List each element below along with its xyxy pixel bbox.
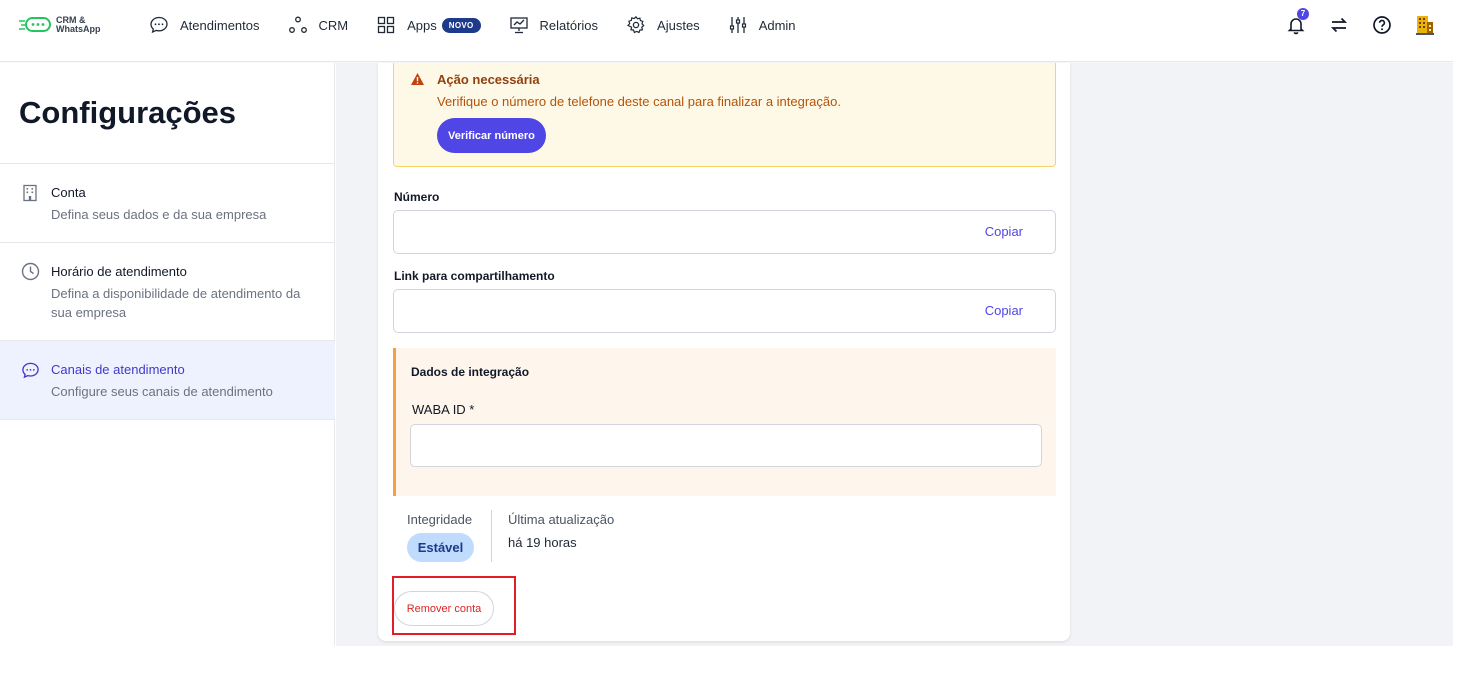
last-update-label: Última atualização — [508, 512, 615, 527]
sliders-icon — [729, 17, 746, 33]
action-required-alert: Ação necessária Verifique o número de te… — [393, 63, 1056, 167]
numero-label: Número — [394, 190, 440, 204]
status-row: Integridade Estável Última atualização h… — [407, 510, 614, 562]
sidebar-item-desc: Defina seus dados e da sua empresa — [51, 207, 267, 222]
chat-bubble-icon — [150, 16, 168, 34]
nodes-icon — [288, 16, 307, 33]
nav-label: Atendimentos — [180, 17, 260, 33]
waba-id-label: WABA ID * — [412, 402, 475, 417]
app-logo[interactable]: CRM & WhatsApp — [18, 16, 101, 34]
notifications-button[interactable]: 7 — [1284, 8, 1309, 37]
building-colored-icon — [1416, 16, 1434, 35]
company-button[interactable] — [1413, 13, 1437, 37]
alert-text: Verifique o número de telefone deste can… — [437, 94, 841, 109]
help-circle-icon — [1373, 16, 1391, 34]
settings-sidebar: Configurações Conta Defina seus dados e … — [0, 63, 335, 646]
nav-crm[interactable]: CRM — [288, 15, 349, 35]
nav-apps[interactable]: Apps NOVO — [376, 15, 481, 35]
main-nav: Atendimentos CRM Apps NOVO Relatórios Aj… — [149, 0, 824, 50]
clock-icon — [21, 262, 40, 281]
gear-icon — [627, 15, 645, 34]
remove-account-button[interactable]: Remover conta — [394, 591, 494, 626]
nav-label: Apps — [407, 17, 437, 33]
nav-label: Relatórios — [539, 17, 599, 33]
sidebar-item-conta[interactable]: Conta Defina seus dados e da sua empresa — [0, 163, 335, 243]
page-edge — [1453, 0, 1469, 689]
last-update-value: há 19 horas — [508, 535, 577, 550]
copy-numero-button[interactable]: Copiar — [985, 224, 1023, 239]
status-divider — [491, 510, 492, 562]
waba-id-input[interactable] — [410, 424, 1042, 467]
nav-label: Ajustes — [657, 17, 700, 33]
nav-relatorios[interactable]: Relatórios — [509, 15, 599, 35]
integration-section: Dados de integração WABA ID * — [393, 348, 1056, 496]
copy-link-button[interactable]: Copiar — [985, 303, 1023, 318]
nav-label: CRM — [318, 17, 349, 33]
link-value: . — [451, 304, 452, 308]
sidebar-item-title: Horário de atendimento — [51, 264, 187, 279]
logo-line-2: WhatsApp — [56, 24, 101, 34]
new-badge: NOVO — [441, 17, 481, 33]
sidebar-item-horario[interactable]: Horário de atendimento Defina a disponib… — [0, 242, 335, 340]
integrity-label: Integridade — [407, 512, 473, 527]
switch-account-button[interactable] — [1327, 13, 1351, 37]
link-label: Link para compartilhamento — [394, 269, 555, 283]
integrity-status-badge: Estável — [407, 533, 474, 562]
swap-arrows-icon — [1330, 17, 1348, 33]
top-navbar: CRM & WhatsApp Atendimentos CRM Apps NOV… — [0, 0, 1453, 62]
nav-label: Admin — [758, 17, 796, 33]
nav-ajustes[interactable]: Ajustes — [626, 15, 700, 35]
nav-atendimentos[interactable]: Atendimentos — [149, 15, 260, 35]
grid-icon — [377, 16, 395, 34]
sidebar-item-desc: Configure seus canais de atendimento — [51, 384, 273, 399]
toolbar-icons: 7 — [1265, 8, 1437, 37]
chat-dots-logo-icon — [19, 17, 51, 32]
numero-value: . — [472, 225, 473, 229]
notification-count-badge: 7 — [1297, 8, 1309, 20]
verify-number-button[interactable]: Verificar número — [437, 118, 546, 153]
nav-admin[interactable]: Admin — [728, 15, 796, 35]
building-icon — [23, 184, 37, 202]
logo-text: CRM & WhatsApp — [56, 16, 101, 34]
help-button[interactable] — [1370, 13, 1394, 37]
integration-title: Dados de integração — [411, 365, 530, 379]
numero-field[interactable]: . Copiar — [393, 210, 1056, 254]
presentation-chart-icon — [509, 17, 528, 34]
alert-title: Ação necessária — [437, 72, 540, 87]
sidebar-item-canais[interactable]: Canais de atendimento Configure seus can… — [0, 340, 335, 420]
link-field[interactable]: . Copiar — [393, 289, 1056, 333]
chat-bubble-icon — [22, 362, 39, 379]
sidebar-item-title: Canais de atendimento — [51, 362, 185, 377]
sidebar-item-desc: Defina a disponibilidade de atendimento … — [51, 286, 301, 320]
sidebar-item-title: Conta — [51, 185, 86, 200]
warning-icon — [411, 73, 424, 85]
page-title: Configurações — [19, 95, 237, 130]
